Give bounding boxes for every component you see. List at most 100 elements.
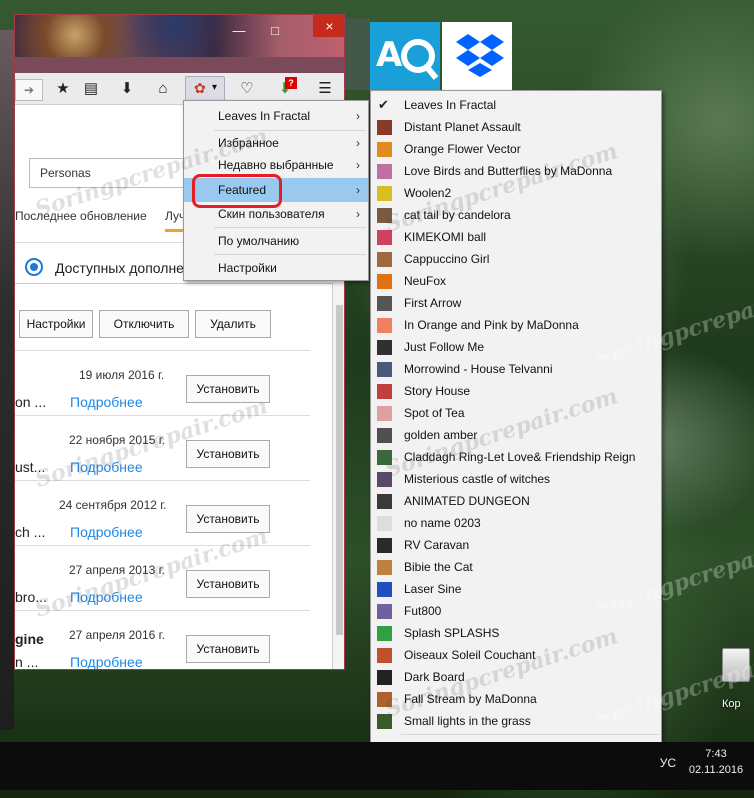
persona-thumbnail-icon: [377, 362, 392, 377]
taskbar-clock[interactable]: 7:43 02.11.2016: [682, 746, 750, 778]
row-date: 27 апреля 2013 г.: [69, 563, 165, 577]
close-button[interactable]: ×: [313, 15, 344, 37]
more-link[interactable]: Подробнее: [70, 589, 143, 605]
submenu-item[interactable]: Splash SPLASHS: [371, 622, 661, 644]
bookmarks-list-icon[interactable]: ▤: [79, 77, 103, 101]
install-button[interactable]: Установить: [186, 570, 270, 598]
submenu-item[interactable]: golden amber: [371, 424, 661, 446]
tab-recent-update[interactable]: Последнее обновление: [15, 209, 147, 223]
submenu-item[interactable]: Morrowind - House Telvanni: [371, 358, 661, 380]
submenu-item[interactable]: cat tail by candelora: [371, 204, 661, 226]
submenu-item-label: Splash SPLASHS: [404, 626, 500, 640]
desktop-icon-label: Кор: [722, 698, 741, 710]
submenu-item[interactable]: ANIMATED DUNGEON: [371, 490, 661, 512]
row-title: ust...: [15, 459, 46, 475]
submenu-item[interactable]: Cappuccino Girl: [371, 248, 661, 270]
submenu-item-label: golden amber: [404, 428, 478, 442]
submenu-item[interactable]: In Orange and Pink by MaDonna: [371, 314, 661, 336]
persona-thumbnail-icon: [377, 142, 392, 157]
install-button[interactable]: Установить: [186, 635, 270, 663]
persona-thumbnail-icon: [377, 252, 392, 267]
submenu-item[interactable]: Bibie the Cat: [371, 556, 661, 578]
submenu-item-label: ANIMATED DUNGEON: [404, 494, 530, 508]
clock-time: 7:43: [705, 748, 727, 760]
submenu-item[interactable]: NeuFox: [371, 270, 661, 292]
persona-thumbnail-icon: [377, 714, 392, 729]
delete-button[interactable]: Удалить: [195, 310, 271, 338]
chevron-right-icon: ›: [356, 207, 360, 221]
persona-thumbnail-icon: [377, 604, 392, 619]
available-addons-radio[interactable]: [25, 258, 43, 276]
submenu-item[interactable]: Just Follow Me: [371, 336, 661, 358]
bookmark-star-icon[interactable]: ★: [51, 77, 75, 101]
submenu-item-label: no name 0203: [404, 516, 481, 530]
forward-arrow-icon[interactable]: ➔: [15, 79, 43, 101]
install-button[interactable]: Установить: [186, 375, 270, 403]
persona-switcher-button[interactable]: ✿ ▾: [185, 76, 225, 102]
persona-thumbnail-icon: [377, 384, 392, 399]
submenu-item-label: Story House: [404, 384, 471, 398]
dropbox-app-icon[interactable]: [442, 22, 512, 90]
submenu-item[interactable]: Misterious castle of witches: [371, 468, 661, 490]
submenu-item[interactable]: RV Caravan: [371, 534, 661, 556]
submenu-item-label: Dark Board: [404, 670, 465, 684]
persona-thumbnail-icon: [377, 274, 392, 289]
scrollbar-thumb[interactable]: [336, 305, 343, 635]
persona-thumbnail-icon: [377, 296, 392, 311]
chevron-right-icon: ›: [356, 136, 360, 150]
recycle-bin-icon[interactable]: [722, 648, 750, 682]
home-icon[interactable]: ⌂: [151, 77, 175, 101]
download-icon[interactable]: ⬇: [115, 77, 139, 101]
hamburger-menu-icon[interactable]: ☰: [313, 77, 337, 101]
check-icon: ✔: [378, 97, 389, 112]
submenu-item[interactable]: Fall Stream by MaDonna: [371, 688, 661, 710]
maximize-button[interactable]: □: [265, 23, 285, 39]
submenu-item-label: RV Caravan: [404, 538, 470, 552]
disable-button[interactable]: Отключить: [99, 310, 189, 338]
submenu-item[interactable]: Spot of Tea: [371, 402, 661, 424]
minimize-button[interactable]: —: [229, 23, 249, 39]
more-link[interactable]: Подробнее: [70, 394, 143, 410]
menu-separator: [214, 254, 366, 255]
aq-app-icon[interactable]: A: [370, 22, 440, 90]
submenu-item-label: Oiseaux Soleil Couchant: [404, 648, 536, 662]
submenu-item[interactable]: Small lights in the grass: [371, 710, 661, 732]
install-button[interactable]: Установить: [186, 440, 270, 468]
settings-button[interactable]: Настройки: [19, 310, 93, 338]
submenu-item[interactable]: no name 0203: [371, 512, 661, 534]
persona-thumbnail-icon: [377, 582, 392, 597]
submenu-item[interactable]: Story House: [371, 380, 661, 402]
submenu-item-label: Just Follow Me: [404, 340, 485, 354]
submenu-item-label: NeuFox: [404, 274, 447, 288]
submenu-item-label: Spot of Tea: [404, 406, 465, 420]
submenu-item[interactable]: ✔ Leaves In Fractal: [371, 94, 661, 116]
submenu-item[interactable]: Woolen2: [371, 182, 661, 204]
radio-label: Доступных дополне: [55, 260, 184, 276]
submenu-item[interactable]: KIMEKOMI ball: [371, 226, 661, 248]
language-indicator[interactable]: УС: [660, 756, 676, 770]
menu-item-settings[interactable]: Настройки: [184, 256, 368, 280]
submenu-item-label: KIMEKOMI ball: [404, 230, 487, 244]
install-button[interactable]: Установить: [186, 505, 270, 533]
submenu-item[interactable]: Claddagh Ring-Let Love& Friendship Reign: [371, 446, 661, 468]
menu-item-favorites[interactable]: Избранное ›: [184, 131, 368, 155]
pocket-icon[interactable]: ♡: [235, 77, 259, 101]
submenu-item-label: Orange Flower Vector: [404, 142, 521, 156]
more-link[interactable]: Подробнее: [70, 524, 143, 540]
submenu-item[interactable]: Love Birds and Butterflies by MaDonna: [371, 160, 661, 182]
more-link[interactable]: Подробнее: [70, 459, 143, 475]
submenu-item[interactable]: First Arrow: [371, 292, 661, 314]
submenu-item[interactable]: Laser Sine: [371, 578, 661, 600]
submenu-item[interactable]: Dark Board: [371, 666, 661, 688]
row-divider: [15, 480, 310, 481]
submenu-item[interactable]: Oiseaux Soleil Couchant: [371, 644, 661, 666]
submenu-item[interactable]: Orange Flower Vector: [371, 138, 661, 160]
tab-strip: [15, 57, 344, 73]
submenu-item[interactable]: Distant Planet Assault: [371, 116, 661, 138]
submenu-item[interactable]: Fut800: [371, 600, 661, 622]
menu-item-current-persona[interactable]: Leaves In Fractal ›: [184, 104, 368, 128]
persona-thumbnail-icon: [377, 208, 392, 223]
row-date: 24 сентября 2012 г.: [59, 498, 167, 512]
menu-item-default[interactable]: По умолчанию: [184, 229, 368, 253]
more-link[interactable]: Подробнее: [70, 654, 143, 669]
